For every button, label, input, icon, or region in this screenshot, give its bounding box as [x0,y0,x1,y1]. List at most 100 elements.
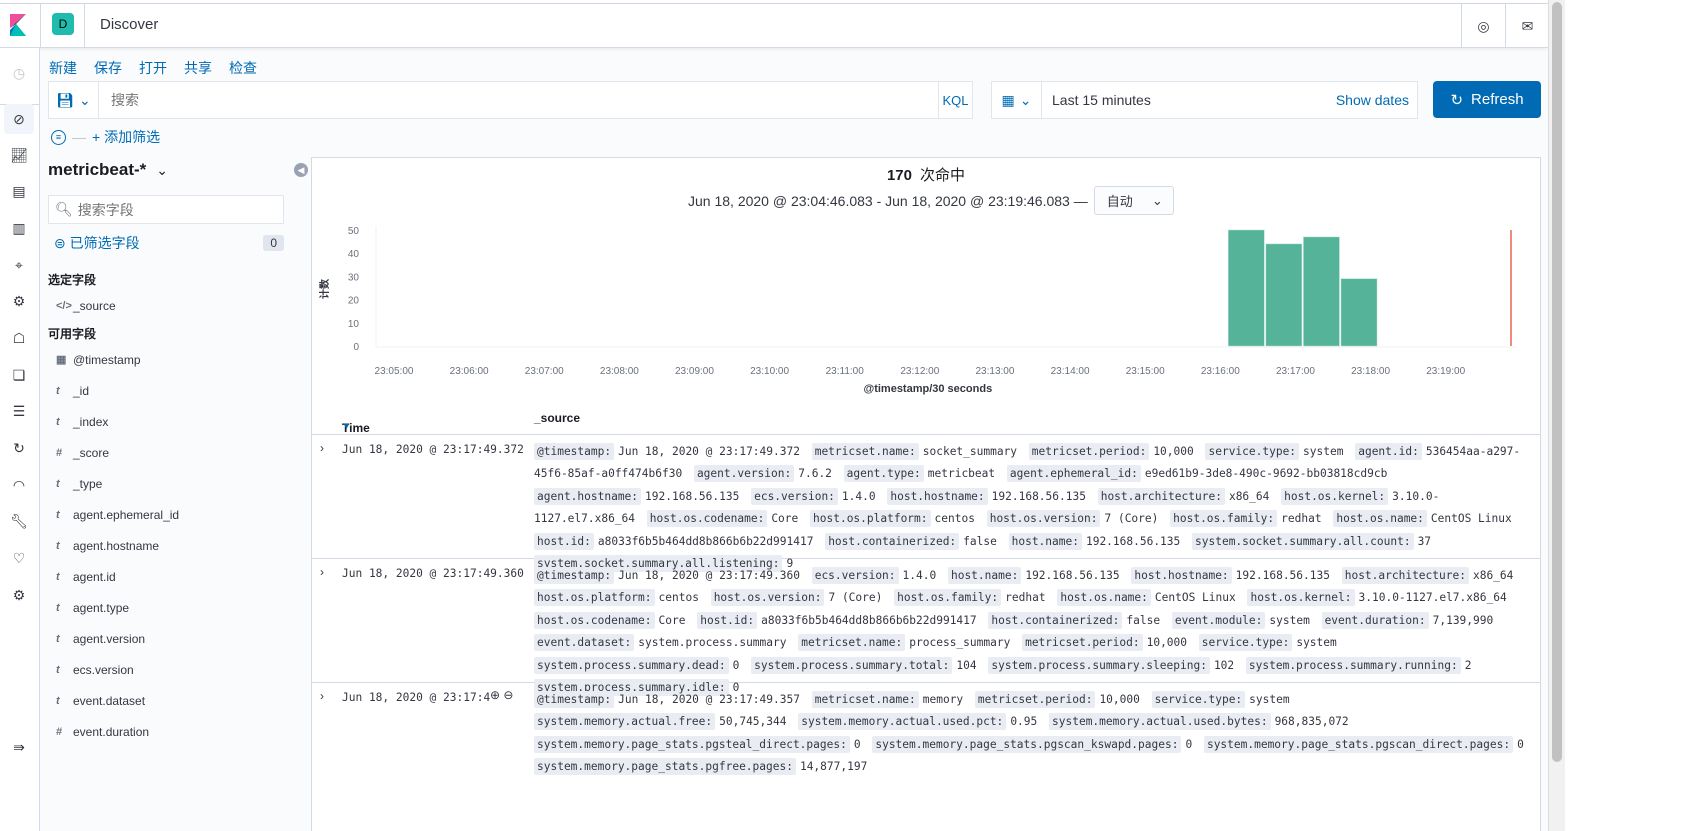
field-value: 0.95 [1010,715,1038,729]
field-item[interactable]: </> _source [48,290,288,321]
field-key: host.hostname: [1131,567,1232,584]
field-item[interactable]: t agent.version [48,623,288,654]
refresh-button[interactable]: ↻ Refresh [1433,81,1541,118]
field-item[interactable]: t agent.type [48,592,288,623]
field-key: service.type: [1151,691,1246,708]
field-item[interactable]: t agent.ephemeral_id [48,499,288,530]
field-search[interactable]: 🔍︎ [48,195,284,224]
field-item[interactable]: t agent.id [48,561,288,592]
field-name: ecs.version [73,662,134,677]
kql-toggle[interactable]: KQL [938,82,972,118]
dev-tools-icon[interactable]: 🔧︎ [4,506,34,536]
field-value: redhat [1005,591,1046,605]
interval-select[interactable]: 自动 ⌄ [1093,186,1174,215]
field-key: system.memory.page_stats.pgscan_direct.p… [1203,735,1514,753]
chevron-down-icon: ⌄ [156,161,168,178]
field-value: 50,745,344 [719,715,787,729]
x-tick-label: 23:10:00 [750,366,789,377]
index-pattern-selector[interactable]: metricbeat-* ⌄ [48,160,288,180]
scrollbar-thumb[interactable] [1552,2,1562,762]
field-value: 0 [853,737,861,751]
field-key: host.name: [947,567,1022,584]
field-item[interactable]: t ecs.version [48,654,288,685]
page-scrollbar[interactable] [1548,0,1565,831]
show-dates-button[interactable]: Show dates [1336,92,1417,108]
field-item[interactable]: t _type [48,468,288,499]
collapse-sidebar-button[interactable]: ◀ [294,163,308,177]
news-button[interactable]: ✉ [1505,4,1549,48]
x-tick-label: 23:17:00 [1276,366,1315,377]
field-value: 7.6.2 [798,467,832,481]
siem-icon[interactable]: ◠ [4,470,34,500]
string-type-icon: t [56,384,60,397]
sort-desc-icon[interactable]: ▼ [342,421,351,431]
share-button[interactable]: 共享 [184,58,212,78]
expand-row-icon[interactable]: › [320,689,324,703]
y-axis-title: 计数 [318,278,331,299]
expand-row-icon[interactable]: › [320,441,324,455]
management-icon[interactable]: ⚙ [4,580,34,610]
apm-icon[interactable]: ☰ [4,396,34,426]
date-range[interactable]: Last 15 minutes [1042,92,1336,108]
field-item[interactable]: # _score [48,437,288,468]
add-filter-button[interactable]: + 添加筛选 [92,127,160,147]
metrics-icon[interactable]: ☖ [4,323,34,353]
filtered-fields-toggle[interactable]: ⊜ 已筛选字段 0 [48,233,288,253]
field-value: centos [658,591,699,605]
field-value: 10,000 [1146,636,1188,650]
field-search-input[interactable] [77,201,283,218]
interval-value: 自动 [1106,194,1133,209]
new-button[interactable]: 新建 [49,58,77,78]
x-tick-label: 23:08:00 [600,366,639,377]
uptime-icon[interactable]: ↻ [4,433,34,463]
collapse-nav-icon[interactable]: ⇛ [4,732,34,762]
field-key: host.containerized: [988,611,1123,629]
field-item[interactable]: ▦ @timestamp [48,344,288,375]
inspect-button[interactable]: 检查 [229,58,257,78]
field-item[interactable]: t _id [48,375,288,406]
field-key: system.memory.actual.free: [534,713,716,731]
kibana-logo-icon[interactable] [10,14,26,36]
recent-icon[interactable]: ◷ [4,58,34,88]
visualize-icon[interactable]: 📈︎ [4,140,34,170]
field-item[interactable]: t event.dataset [48,685,288,716]
saved-query-button[interactable]: 💾︎ ⌄ [49,82,99,118]
field-key: system.process.summary.sleeping: [988,656,1210,674]
maps-icon[interactable]: ⌖ [4,250,34,280]
field-item[interactable]: # event.duration [48,716,288,747]
results-panel: 170 次命中 Jun 18, 2020 @ 23:04:46.083 - Jun… [311,157,1541,831]
canvas-icon[interactable]: ▥ [4,213,34,243]
monitoring-icon[interactable]: ♡ [4,543,34,573]
row-source: @timestamp: Jun 18, 2020 @ 23:17:49.372 m… [534,441,1534,575]
search-input[interactable] [99,82,938,118]
separator: — [72,129,86,145]
space-avatar[interactable]: D [52,13,74,35]
zoom-icons[interactable]: ⊕ ⊖ [490,688,513,702]
page-title: Discover [100,16,159,33]
string-type-icon: t [56,508,60,521]
field-key: service.type: [1205,443,1300,460]
app-header: D Discover ◎ ✉ [0,4,1548,48]
discover-icon[interactable]: ⊘ [4,104,34,134]
quick-select-button[interactable]: ▦ ⌄ [992,82,1042,118]
zoom-out-icon[interactable]: ⊖ [503,688,513,702]
field-key: host.id: [534,532,594,550]
field-key: host.os.version: [710,589,825,607]
x-tick-label: 23:09:00 [675,366,714,377]
help-button[interactable]: ◎ [1461,4,1505,48]
mail-icon: ✉ [1521,17,1534,34]
row-time: Jun 18, 2020 @ 23:17:49.360 [342,567,524,580]
filter-options-icon[interactable]: ≡ [51,129,66,145]
table-row: › Jun 18, 2020 @ 23:17:4 ⊕ ⊖ @timestamp: Jun… [312,683,1540,831]
ml-icon[interactable]: ⚙︎ [4,286,34,316]
field-item[interactable]: t agent.hostname [48,530,288,561]
field-value: system.process.summary [638,636,787,650]
save-button[interactable]: 保存 [94,58,122,78]
dashboard-icon[interactable]: ▤ [4,176,34,206]
field-item[interactable]: t _index [48,406,288,437]
expand-row-icon[interactable]: › [320,565,324,579]
zoom-in-icon[interactable]: ⊕ [490,688,500,702]
logs-icon[interactable]: ❏ [4,360,34,390]
lifebuoy-icon: ◎ [1477,17,1490,34]
open-button[interactable]: 打开 [139,58,167,78]
